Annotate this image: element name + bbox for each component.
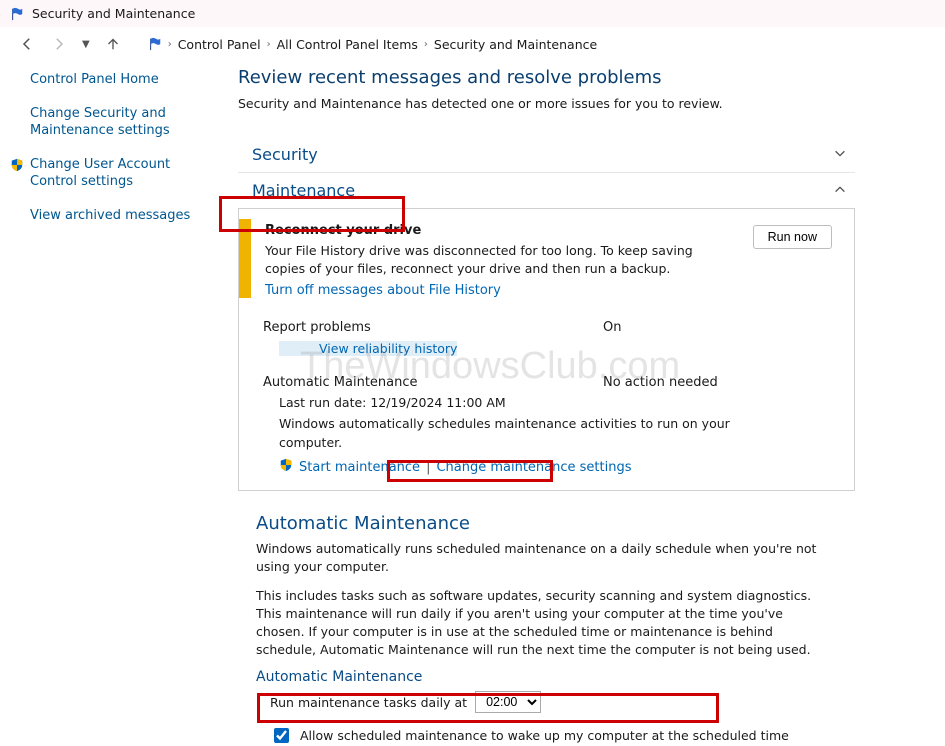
shield-icon <box>279 458 293 476</box>
sidebar-item-label: Change User Account Control settings <box>30 157 170 190</box>
breadcrumb: › Control Panel › All Control Panel Item… <box>148 37 597 52</box>
back-button[interactable] <box>18 35 36 53</box>
turn-off-messages-link[interactable]: Turn off messages about File History <box>265 283 501 298</box>
sidebar: Control Panel Home Change Security and M… <box>12 63 212 746</box>
breadcrumb-item[interactable]: Control Panel <box>178 37 261 52</box>
auto-maint-value: No action needed <box>603 375 718 390</box>
auto-maint-p1: Windows automatically runs scheduled mai… <box>256 540 826 576</box>
auto-maint-label: Automatic Maintenance <box>263 375 603 390</box>
flag-icon <box>148 37 162 51</box>
run-time-select[interactable]: 02:00 <box>475 691 541 713</box>
report-problems-row: Report problems On <box>239 310 854 337</box>
change-maintenance-settings-link[interactable]: Change maintenance settings <box>436 460 631 475</box>
chevron-up-icon <box>833 182 847 200</box>
recent-dropdown[interactable]: ▼ <box>82 39 90 50</box>
separator: | <box>426 460 430 475</box>
chevron-right-icon: › <box>267 39 271 50</box>
sidebar-item-uac[interactable]: Change User Account Control settings <box>30 156 202 191</box>
section-security[interactable]: Security <box>238 137 855 173</box>
reconnect-drive-warning: Reconnect your drive Your File History d… <box>239 209 854 310</box>
warning-title: Reconnect your drive <box>265 223 739 238</box>
sidebar-item-change-sm[interactable]: Change Security and Maintenance settings <box>30 105 202 140</box>
sidebar-item-archived[interactable]: View archived messages <box>30 207 202 225</box>
flag-icon <box>10 7 24 21</box>
section-label: Security <box>252 145 318 164</box>
sidebar-item-home[interactable]: Control Panel Home <box>30 71 202 89</box>
section-maintenance[interactable]: Maintenance <box>238 173 855 209</box>
auto-maint-p2: This includes tasks such as software upd… <box>256 587 826 660</box>
maintenance-panel: Reconnect your drive Your File History d… <box>238 208 855 491</box>
main-content: Review recent messages and resolve probl… <box>212 63 945 746</box>
wake-checkbox-label: Allow scheduled maintenance to wake up m… <box>300 728 789 743</box>
warning-stripe <box>239 219 251 298</box>
auto-maint-subhead: Automatic Maintenance <box>256 669 855 685</box>
page-heading: Review recent messages and resolve probl… <box>238 67 855 88</box>
view-reliability-link[interactable]: View reliability history <box>279 341 457 356</box>
start-maintenance-link[interactable]: Start maintenance <box>299 460 420 475</box>
auto-maint-desc: Windows automatically schedules maintena… <box>239 415 779 453</box>
navbar: ▼ › Control Panel › All Control Panel It… <box>0 27 945 63</box>
up-button[interactable] <box>104 35 122 53</box>
window-title: Security and Maintenance <box>32 6 195 21</box>
chevron-right-icon: › <box>168 39 172 50</box>
run-time-label: Run maintenance tasks daily at <box>270 695 467 710</box>
report-problems-label: Report problems <box>263 320 603 335</box>
last-run-text: Last run date: 12/19/2024 11:00 AM <box>239 394 779 413</box>
auto-maint-row: Automatic Maintenance No action needed <box>239 371 854 392</box>
maint-actions: Start maintenance | Change maintenance s… <box>239 458 854 490</box>
forward-button[interactable] <box>50 35 68 53</box>
breadcrumb-item[interactable]: Security and Maintenance <box>434 37 597 52</box>
report-problems-value: On <box>603 320 621 335</box>
chevron-down-icon <box>833 146 847 164</box>
run-now-button[interactable]: Run now <box>753 225 832 249</box>
titlebar: Security and Maintenance <box>0 0 945 27</box>
auto-maint-heading: Automatic Maintenance <box>256 513 855 534</box>
wake-checkbox-row: Allow scheduled maintenance to wake up m… <box>270 725 855 746</box>
wake-checkbox[interactable] <box>274 728 289 743</box>
page-subtext: Security and Maintenance has detected on… <box>238 96 855 111</box>
run-time-row: Run maintenance tasks daily at 02:00 <box>270 691 855 713</box>
shield-icon <box>10 158 24 178</box>
section-label: Maintenance <box>246 181 355 200</box>
warning-text: Your File History drive was disconnected… <box>265 242 695 277</box>
breadcrumb-item[interactable]: All Control Panel Items <box>277 37 418 52</box>
chevron-right-icon: › <box>424 39 428 50</box>
